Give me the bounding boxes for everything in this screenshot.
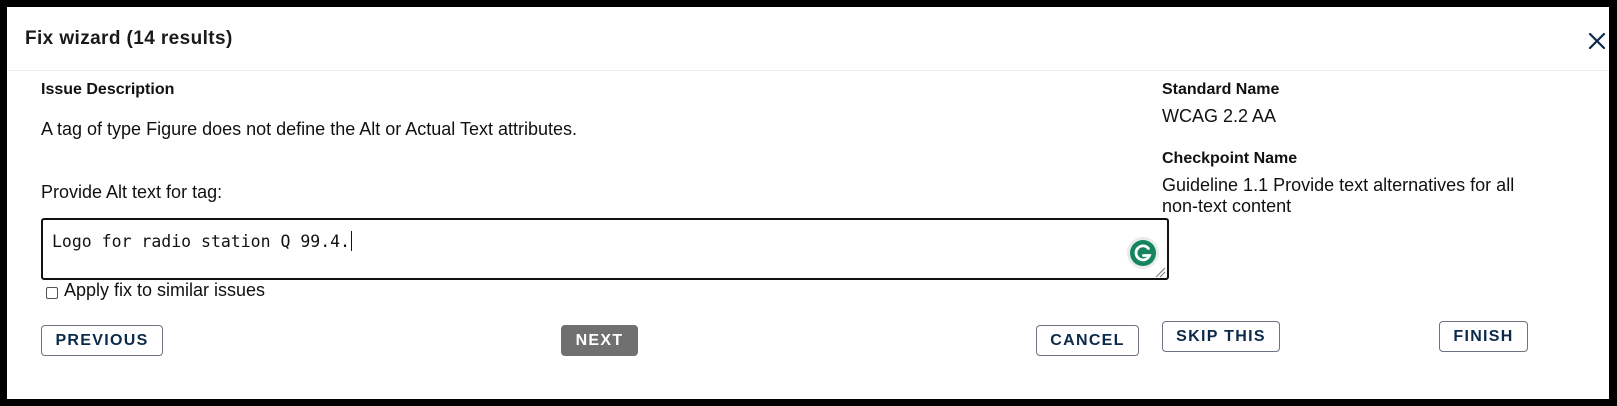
previous-button[interactable]: PREVIOUS bbox=[41, 325, 163, 356]
resize-handle-icon[interactable] bbox=[1154, 265, 1166, 278]
finish-button[interactable]: FINISH bbox=[1439, 321, 1528, 352]
text-caret bbox=[351, 231, 353, 251]
issue-description-heading: Issue Description bbox=[41, 81, 175, 98]
alt-text-input[interactable]: Logo for radio station Q 99.4. bbox=[41, 218, 1169, 280]
close-icon[interactable] bbox=[1585, 29, 1609, 53]
cancel-button[interactable]: CANCEL bbox=[1036, 325, 1139, 356]
fix-wizard-dialog: Fix wizard (14 results) Issue Descriptio… bbox=[7, 7, 1609, 399]
apply-similar-checkbox[interactable] bbox=[46, 287, 58, 299]
alt-text-value: Logo for radio station Q 99.4. bbox=[52, 232, 351, 251]
next-button[interactable]: NEXT bbox=[561, 325, 638, 356]
apply-similar-label[interactable]: Apply fix to similar issues bbox=[64, 280, 265, 301]
checkpoint-name-heading: Checkpoint Name bbox=[1162, 150, 1298, 167]
dialog-title: Fix wizard (14 results) bbox=[25, 28, 233, 49]
standard-name-value: WCAG 2.2 AA bbox=[1162, 106, 1277, 126]
alt-text-label: Provide Alt text for tag: bbox=[41, 182, 223, 202]
dialog-header: Fix wizard (14 results) bbox=[7, 7, 1609, 71]
issue-description-text: A tag of type Figure does not define the… bbox=[41, 119, 578, 139]
standard-name-heading: Standard Name bbox=[1162, 81, 1280, 98]
skip-this-button[interactable]: SKIP THIS bbox=[1162, 321, 1280, 352]
checkpoint-name-value: Guideline 1.1 Provide text alternatives … bbox=[1162, 175, 1515, 216]
